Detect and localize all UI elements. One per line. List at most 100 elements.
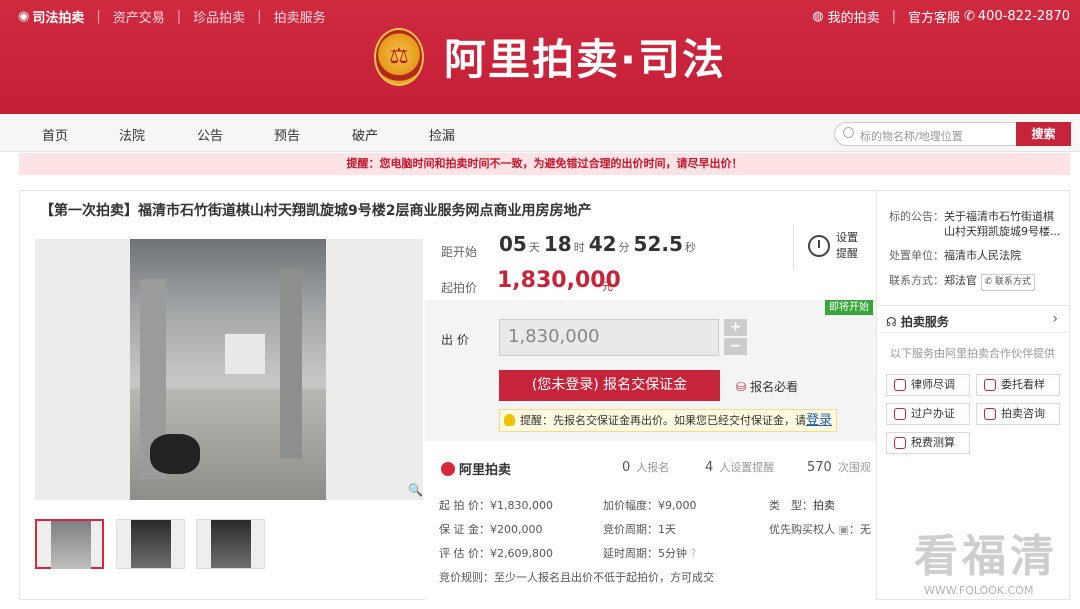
- help-icon[interactable]: ?: [691, 547, 697, 560]
- nav-preview[interactable]: 预告: [274, 125, 300, 144]
- service-lawyer-button[interactable]: 律师尽调: [886, 374, 970, 396]
- location-icon: [984, 379, 996, 391]
- service-title-label: 拍卖服务: [900, 315, 949, 329]
- auction-service-header[interactable]: ☊ 拍卖服务 ›: [876, 305, 1070, 333]
- transfer-icon: [894, 408, 906, 420]
- calculator-icon: [894, 437, 906, 449]
- unit-link[interactable]: 福清市人民法院: [944, 249, 1021, 262]
- nav-court[interactable]: 法院: [119, 125, 145, 144]
- detail-period: 竞价周期：1天: [603, 523, 676, 536]
- type-label: 类 型：: [769, 499, 813, 512]
- user-icon: ◍: [812, 9, 824, 24]
- signup-count: 0 人报名: [622, 459, 669, 475]
- divider: |: [96, 9, 101, 24]
- zoom-icon[interactable]: 🔍: [408, 483, 423, 497]
- service-viewing-button[interactable]: 委托看样: [976, 374, 1060, 396]
- seconds-unit: 秒: [684, 241, 696, 254]
- auction-title: 【第一次拍卖】福清市石竹街道棋山村天翔凯旋城9号楼2层商业服务网点商业用房房地产: [40, 203, 592, 219]
- thumbnail-2[interactable]: [116, 519, 185, 569]
- divider: |: [257, 9, 262, 24]
- reminder-number: 4: [705, 460, 714, 475]
- service-consult-label: 拍卖咨询: [1001, 407, 1045, 420]
- priority-label: 优先购买权人: [769, 523, 835, 536]
- site-logo[interactable]: ⚖ 阿里拍卖·司法: [374, 26, 726, 87]
- ali-brand-label: 阿里拍卖: [459, 463, 512, 478]
- link-treasure-auction[interactable]: 珍品拍卖: [193, 7, 245, 26]
- countdown-minutes: 42: [588, 232, 617, 256]
- chevron-right-icon: ›: [1052, 311, 1058, 327]
- contact-button-label: 联系方式: [994, 277, 1031, 287]
- tip-text: 提醒：先报名交保证金再出价。如果您已经交付保证金，请: [520, 414, 806, 427]
- bid-input[interactable]: 1,830,000: [499, 319, 719, 356]
- service-transfer-label: 过户办证: [911, 407, 955, 420]
- detail-appraisal: 评 估 价：¥2,609,800: [439, 547, 553, 560]
- info-icon[interactable]: ▣: [835, 523, 848, 536]
- headset-icon: ☊: [886, 315, 897, 329]
- countdown-days: 05: [499, 232, 527, 256]
- increase-bid-button[interactable]: +: [724, 319, 747, 336]
- side-announcement: 标的公告：关于福清市石竹街道棋山村天翔凯旋城9号楼...: [889, 209, 1064, 239]
- watermark: 看福清 WWW.FQLOOK.COM: [914, 520, 1058, 597]
- bid-rule: 竞价规则：至少一人报名且出价不低于起拍价，方可成交: [439, 571, 714, 584]
- detail-priority: 优先购买权人 ▣：无: [769, 521, 871, 537]
- register-deposit-button[interactable]: (您未登录) 报名交保证金: [499, 370, 720, 401]
- search-box[interactable]: 标的物名称/地理位置 搜索: [834, 122, 1071, 146]
- nav-announcement[interactable]: 公告: [197, 125, 223, 144]
- detail-start-price: 起 拍 价：¥1,830,000: [439, 499, 553, 512]
- service-lawyer-label: 律师尽调: [911, 378, 955, 391]
- service-tax-button[interactable]: 税费测算: [886, 432, 970, 454]
- contact-name: 郑法官: [944, 274, 977, 287]
- link-asset-trade[interactable]: 资产交易: [113, 7, 165, 26]
- site-header: ◉ 司法拍卖 | 资产交易 | 珍品拍卖 | 拍卖服务 ◍ 我的拍卖 | 官方客服…: [0, 0, 1080, 114]
- thumbnail-3[interactable]: [196, 519, 265, 569]
- countdown-label: 距开始: [441, 245, 478, 259]
- login-link[interactable]: 登录: [806, 413, 832, 428]
- brand-link[interactable]: ◉ 司法拍卖: [18, 7, 84, 26]
- status-badge: 即将开始: [825, 300, 873, 315]
- set-reminder-button[interactable]: 设置提醒: [793, 224, 863, 269]
- ali-auction-brand: 阿里拍卖: [441, 459, 511, 478]
- time-warning-notice: 提醒：您电脑时间和拍卖时间不一致，为避免错过合理的出价时间，请尽早出价！: [19, 153, 1070, 175]
- detail-delay: 延时周期：5分钟 ?: [603, 545, 696, 561]
- priority-value: ：无: [848, 523, 871, 536]
- nav-home[interactable]: 首页: [42, 125, 68, 144]
- service-description: 以下服务由阿里拍卖合作伙伴提供: [890, 347, 1055, 360]
- countdown-timer: 05 天 18 时 42 分 52.5 秒: [499, 232, 700, 256]
- court-emblem-icon: ⚖: [374, 27, 424, 86]
- service-transfer-button[interactable]: 过户办证: [886, 403, 970, 425]
- service-phone: 400-822-2870: [977, 9, 1070, 24]
- link-auction-service[interactable]: 拍卖服务: [274, 7, 326, 26]
- reminder-count: 4 人设置提醒: [705, 459, 774, 475]
- my-auction-link[interactable]: 我的拍卖: [828, 7, 880, 26]
- nav-bankruptcy[interactable]: 破产: [352, 125, 378, 144]
- view-number: 570: [807, 460, 832, 475]
- property-photo: [130, 239, 326, 500]
- detail-type: 类 型：拍卖: [769, 497, 835, 513]
- phone-icon: ✆: [964, 9, 975, 24]
- auction-service-title: ☊ 拍卖服务: [886, 313, 949, 330]
- service-link[interactable]: 官方客服: [908, 7, 960, 26]
- service-viewing-label: 委托看样: [1001, 378, 1045, 391]
- side-unit: 处置单位：福清市人民法院: [889, 248, 1021, 263]
- must-read-link[interactable]: ⛁ 报名必看: [736, 378, 798, 395]
- delay-text: 延时周期：5分钟: [603, 547, 687, 560]
- service-consult-button[interactable]: 拍卖咨询: [976, 403, 1060, 425]
- thumbnail-1[interactable]: [35, 519, 104, 569]
- search-button[interactable]: 搜索: [1016, 122, 1071, 146]
- contact-button[interactable]: ✆ 联系方式: [980, 274, 1035, 291]
- unit-label: 处置单位：: [889, 249, 944, 262]
- days-unit: 天: [528, 241, 540, 254]
- divider: |: [891, 9, 896, 24]
- decrease-bid-button[interactable]: −: [724, 338, 747, 355]
- detail-deposit: 保 证 金：¥200,000: [439, 523, 543, 536]
- announcement-link[interactable]: 关于福清市石竹街道棋山村天翔凯旋城9号楼...: [944, 209, 1064, 239]
- view-count: 570 次围观: [807, 459, 871, 475]
- search-input[interactable]: 标的物名称/地理位置: [860, 128, 963, 144]
- logo-text: 阿里拍卖·司法: [444, 35, 726, 84]
- coins-icon: ⛁: [736, 379, 747, 394]
- view-label: 次围观: [837, 461, 871, 474]
- nav-bargain[interactable]: 捡漏: [429, 125, 455, 144]
- main-image[interactable]: [35, 239, 423, 500]
- countdown-hours: 18: [543, 232, 572, 256]
- set-reminder-label: 设置提醒: [836, 231, 858, 260]
